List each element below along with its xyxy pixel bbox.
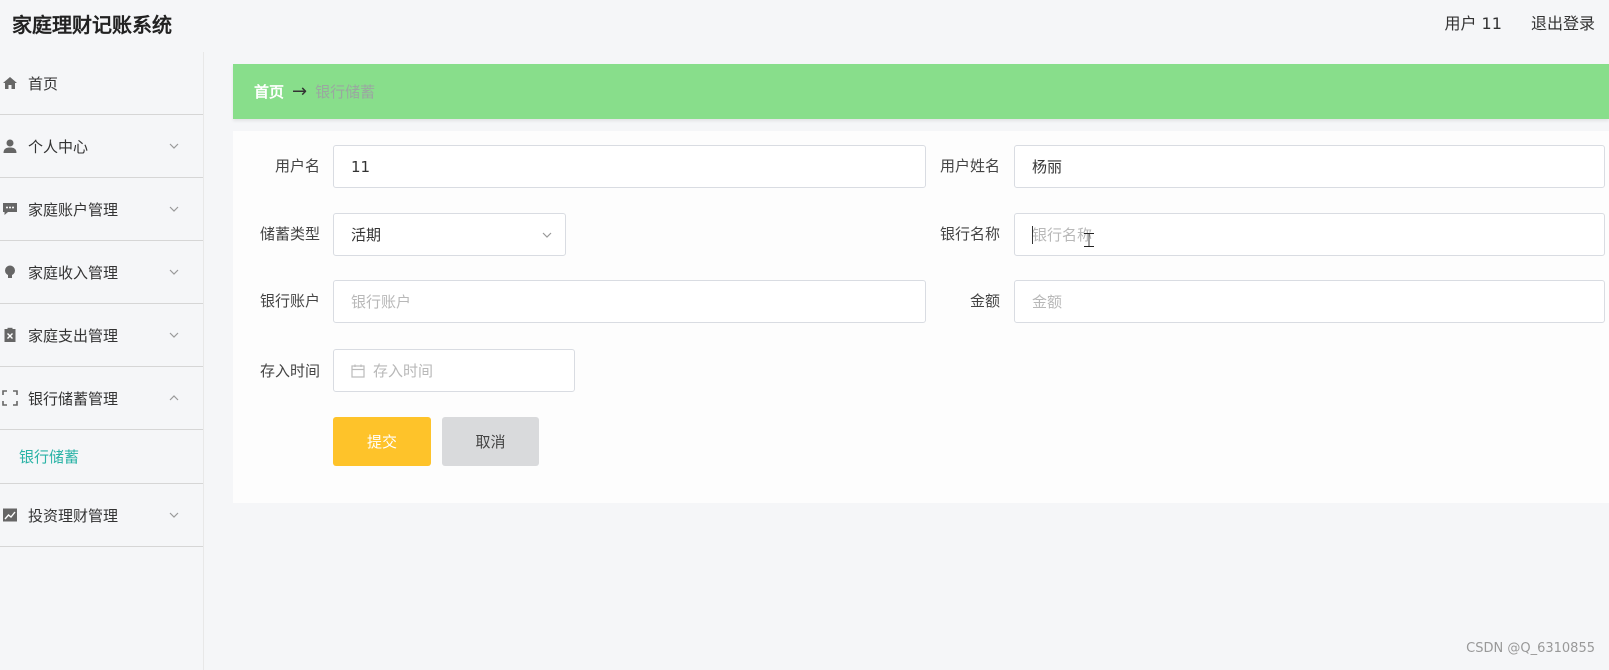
- chevron-down-icon: [169, 512, 179, 518]
- clipboard-x-icon: [2, 327, 18, 343]
- chevron-down-icon: [169, 332, 179, 338]
- sidebar-item-label: 银行储蓄管理: [28, 389, 119, 408]
- chevron-down-icon: [169, 143, 179, 149]
- sidebar-item-family-expense[interactable]: 家庭支出管理: [0, 304, 203, 367]
- amount-label: 金额: [969, 292, 1000, 310]
- app-title: 家庭理财记账系统: [12, 13, 172, 37]
- chart-icon: [2, 507, 18, 523]
- savings-type-select[interactable]: 活期: [333, 213, 566, 256]
- sidebar-item-label: 投资理财管理: [28, 506, 119, 525]
- text-cursor-icon: ⌶: [1083, 228, 1095, 252]
- sidebar-item-label: 家庭账户管理: [28, 200, 119, 219]
- sidebar-item-personal-center[interactable]: 个人中心: [0, 115, 203, 178]
- user-icon: [2, 138, 18, 154]
- sidebar-item-label: 首页: [28, 74, 59, 93]
- amount-field[interactable]: 金额: [1014, 280, 1605, 323]
- calendar-icon: [351, 364, 365, 378]
- text-caret: [1032, 226, 1033, 244]
- chevron-up-icon: [169, 395, 179, 401]
- breadcrumb-arrow: →: [292, 81, 308, 102]
- deposit-time-picker[interactable]: 存入时间: [333, 349, 575, 392]
- deposit-time-label: 存入时间: [259, 362, 320, 380]
- submit-button[interactable]: 提交: [333, 417, 431, 466]
- fullscreen-icon: [2, 390, 18, 406]
- deposit-time-placeholder: 存入时间: [373, 362, 434, 380]
- username-field[interactable]: 11: [333, 145, 926, 188]
- sidebar-subitem-bank-savings[interactable]: 银行储蓄: [19, 446, 79, 467]
- logout-button[interactable]: 退出登录: [1531, 14, 1595, 33]
- sidebar-submenu: 银行储蓄: [0, 430, 203, 484]
- sidebar-item-home[interactable]: 首页: [0, 52, 203, 115]
- realname-field[interactable]: 杨丽: [1014, 145, 1605, 188]
- breadcrumb-current: 银行储蓄: [315, 83, 376, 101]
- watermark: CSDN @Q_6310855: [1466, 641, 1595, 656]
- breadcrumb-home[interactable]: 首页: [254, 81, 284, 102]
- sidebar-item-investment[interactable]: 投资理财管理: [0, 484, 203, 547]
- username-label: 用户名: [274, 157, 320, 175]
- message-icon: [2, 201, 18, 217]
- sidebar-item-label: 家庭支出管理: [28, 326, 119, 345]
- chevron-down-icon: [169, 206, 179, 212]
- bank-account-field[interactable]: 银行账户: [333, 280, 926, 323]
- header: 家庭理财记账系统 用户 11 退出登录: [0, 0, 1609, 44]
- bulb-icon: [2, 264, 18, 280]
- bank-name-field[interactable]: 银行名称: [1014, 213, 1605, 256]
- sidebar-item-label: 个人中心: [28, 137, 89, 156]
- chevron-down-icon: [542, 232, 552, 238]
- savings-type-value: 活期: [351, 226, 382, 244]
- sidebar: 首页 个人中心 家庭账户管理 家庭收入管理 家庭支出管理 银行储蓄管理 银行储蓄…: [0, 52, 204, 670]
- user-label[interactable]: 用户 11: [1444, 14, 1501, 33]
- bank-account-label: 银行账户: [259, 292, 320, 310]
- sidebar-item-bank-savings[interactable]: 银行储蓄管理: [0, 367, 203, 430]
- cancel-button[interactable]: 取消: [442, 417, 539, 466]
- sidebar-item-label: 家庭收入管理: [28, 263, 119, 282]
- sidebar-item-family-account[interactable]: 家庭账户管理: [0, 178, 203, 241]
- sidebar-item-family-income[interactable]: 家庭收入管理: [0, 241, 203, 304]
- bank-name-label: 银行名称: [939, 225, 1000, 243]
- chevron-down-icon: [169, 269, 179, 275]
- home-icon: [2, 75, 18, 91]
- savings-type-label: 储蓄类型: [259, 225, 320, 243]
- header-right: 用户 11 退出登录: [1420, 10, 1595, 34]
- breadcrumb: 首页 → 银行储蓄: [233, 64, 1609, 119]
- realname-label: 用户姓名: [939, 157, 1000, 175]
